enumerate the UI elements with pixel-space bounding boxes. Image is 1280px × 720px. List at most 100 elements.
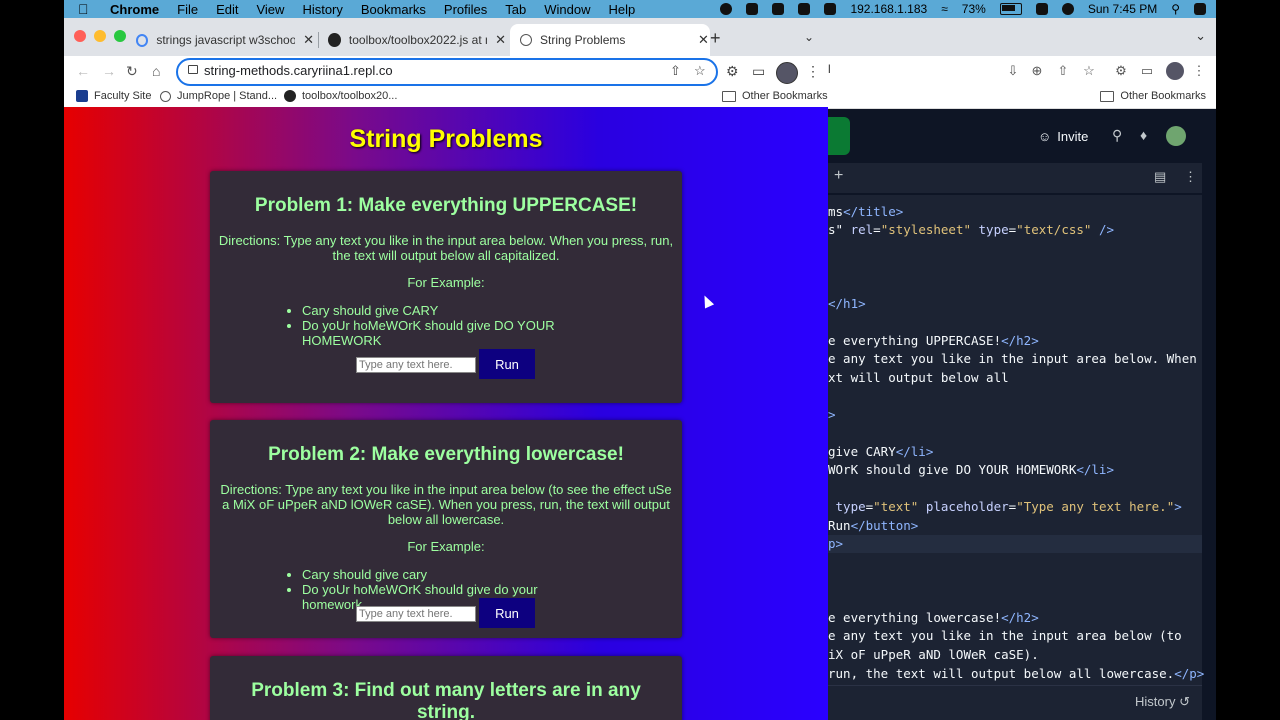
forward-icon[interactable]: →: [102, 63, 116, 79]
bookmark-faculty-site[interactable]: Faculty Site: [76, 90, 151, 102]
share-icon[interactable]: ⇧: [670, 63, 681, 79]
lock-icon[interactable]: [188, 65, 198, 74]
github-icon: [284, 90, 296, 102]
bookmark-star-icon[interactable]: ☆: [694, 63, 706, 79]
notification-center-icon[interactable]: [1194, 3, 1206, 15]
menubar-app-name[interactable]: Chrome: [110, 2, 159, 17]
other-bookmarks-label: Other Bookmarks: [742, 90, 828, 102]
run-button[interactable]: Run: [479, 349, 535, 379]
screen-left-margin: [0, 0, 64, 720]
side-panel-icon[interactable]: ▭: [1140, 64, 1154, 78]
back-icon[interactable]: ←: [76, 63, 90, 79]
more-menu-icon[interactable]: ⋮: [806, 63, 820, 80]
dropbox-icon[interactable]: [746, 3, 759, 15]
control-center-icon[interactable]: [1061, 3, 1074, 15]
tab-bar: strings javascript w3schools - ✕ toolbox…: [64, 18, 828, 56]
zoom-icon[interactable]: ⊕: [1030, 64, 1044, 78]
battery-icon[interactable]: [999, 3, 1022, 15]
code-line: p>: [828, 536, 844, 551]
format-icon[interactable]: ▤: [1154, 169, 1166, 185]
chevron-down-icon[interactable]: ⌄: [1195, 28, 1206, 44]
wifi-icon[interactable]: ≈: [941, 2, 948, 16]
battery-percent: 73%: [961, 2, 986, 16]
input-source-icon[interactable]: [1035, 3, 1048, 15]
record-icon[interactable]: [720, 3, 733, 15]
code-line: >: [828, 407, 836, 422]
tab-string-problems[interactable]: String Problems ✕: [510, 24, 710, 56]
folder-icon: [722, 90, 736, 102]
app-status-icon[interactable]: [798, 3, 811, 15]
close-tab-icon[interactable]: ✕: [698, 32, 709, 48]
bookmark-jumprope[interactable]: JumpRope | Stand...: [160, 90, 277, 102]
close-tab-icon[interactable]: ✕: [495, 32, 506, 48]
invite-button[interactable]: ☺ Invite: [1038, 124, 1088, 148]
menu-history[interactable]: History: [302, 2, 342, 17]
extensions-icon[interactable]: ⚙: [726, 63, 739, 80]
menu-profiles[interactable]: Profiles: [444, 2, 487, 17]
tab-github[interactable]: toolbox/toolbox2022.js at mas ✕: [328, 24, 506, 56]
code-editor[interactable]: ms</title> s" rel="stylesheet" type="tex…: [828, 195, 1204, 685]
url-text[interactable]: string-methods.caryriina1.repl.co: [204, 63, 393, 78]
text-input[interactable]: [356, 606, 476, 622]
history-label: History: [1135, 694, 1176, 709]
background-bookmarks-bar: Other Bookmarks: [828, 86, 1216, 109]
side-panel-icon[interactable]: ▭: [752, 63, 765, 80]
shield-icon[interactable]: [772, 3, 785, 15]
background-url-fragment[interactable]: l: [828, 62, 831, 76]
reload-icon[interactable]: ↻: [126, 63, 138, 80]
code-line: e everything UPPERCASE!</h2>: [828, 333, 1039, 348]
zoom-window-button[interactable]: [114, 30, 126, 42]
menu-window[interactable]: Window: [544, 2, 590, 17]
text-input[interactable]: [356, 357, 476, 373]
faculty-site-icon: [76, 90, 88, 102]
user-avatar[interactable]: [1166, 126, 1186, 146]
more-menu-icon[interactable]: ⋮: [1192, 64, 1206, 78]
star-icon[interactable]: ☆: [1082, 64, 1096, 78]
menubar-clock[interactable]: Sun 7:45 PM: [1088, 2, 1157, 16]
tab-search-chevron-icon[interactable]: ⌄: [804, 30, 814, 44]
background-tab-bar: ⌄: [828, 18, 1216, 56]
menu-tab[interactable]: Tab: [505, 2, 526, 17]
other-bookmarks[interactable]: Other Bookmarks: [722, 90, 828, 102]
list-item: Cary should give CARY: [302, 303, 592, 318]
address-bar[interactable]: string-methods.caryriina1.repl.co ⇧ ☆: [176, 58, 718, 86]
run-repl-button[interactable]: [828, 117, 850, 155]
tab-title: strings javascript w3schools -: [156, 33, 296, 47]
install-icon[interactable]: ⇩: [1006, 64, 1020, 78]
search-icon[interactable]: ⚲: [1112, 127, 1122, 144]
spotlight-search-icon[interactable]: ⚲: [1171, 2, 1180, 16]
code-line: Run</button>: [828, 518, 919, 533]
bell-icon[interactable]: ♦: [1140, 127, 1147, 143]
close-window-button[interactable]: [74, 30, 86, 42]
globe-icon: [520, 34, 532, 46]
apple-icon[interactable]: : [78, 1, 94, 17]
tab-title: String Problems: [540, 33, 626, 47]
other-bookmarks[interactable]: Other Bookmarks: [1100, 90, 1206, 102]
add-tab-icon[interactable]: +: [834, 167, 843, 185]
run-button[interactable]: Run: [479, 598, 535, 628]
profile-avatar[interactable]: [1166, 62, 1184, 80]
new-tab-icon[interactable]: +: [710, 28, 721, 49]
menu-file[interactable]: File: [177, 2, 198, 17]
extensions-icon[interactable]: ⚙: [1114, 64, 1128, 78]
menu-bookmarks[interactable]: Bookmarks: [361, 2, 426, 17]
close-tab-icon[interactable]: ✕: [303, 32, 314, 48]
example-label: For Example:: [407, 539, 485, 554]
bookmark-label: toolbox/toolbox20...: [302, 90, 398, 102]
bookmark-toolbox[interactable]: toolbox/toolbox20...: [284, 90, 397, 102]
more-options-icon[interactable]: ⋮: [1184, 169, 1197, 185]
menu-edit[interactable]: Edit: [216, 2, 238, 17]
menu-help[interactable]: Help: [609, 2, 636, 17]
home-icon[interactable]: ⌂: [152, 63, 160, 79]
problem-heading: Problem 2: Make everything lowercase!: [268, 444, 624, 465]
sidebar-status-icon[interactable]: [824, 3, 837, 15]
bookmark-label: JumpRope | Stand...: [177, 90, 278, 102]
tab-title: toolbox/toolbox2022.js at mas: [348, 33, 487, 47]
profile-avatar[interactable]: [776, 62, 798, 84]
code-line: ms</title>: [828, 204, 904, 219]
minimize-window-button[interactable]: [94, 30, 106, 42]
menu-view[interactable]: View: [256, 2, 284, 17]
history-button[interactable]: History ↺: [1135, 694, 1190, 710]
tab-w3schools[interactable]: strings javascript w3schools - ✕: [136, 24, 314, 56]
share-icon[interactable]: ⇧: [1056, 64, 1070, 78]
